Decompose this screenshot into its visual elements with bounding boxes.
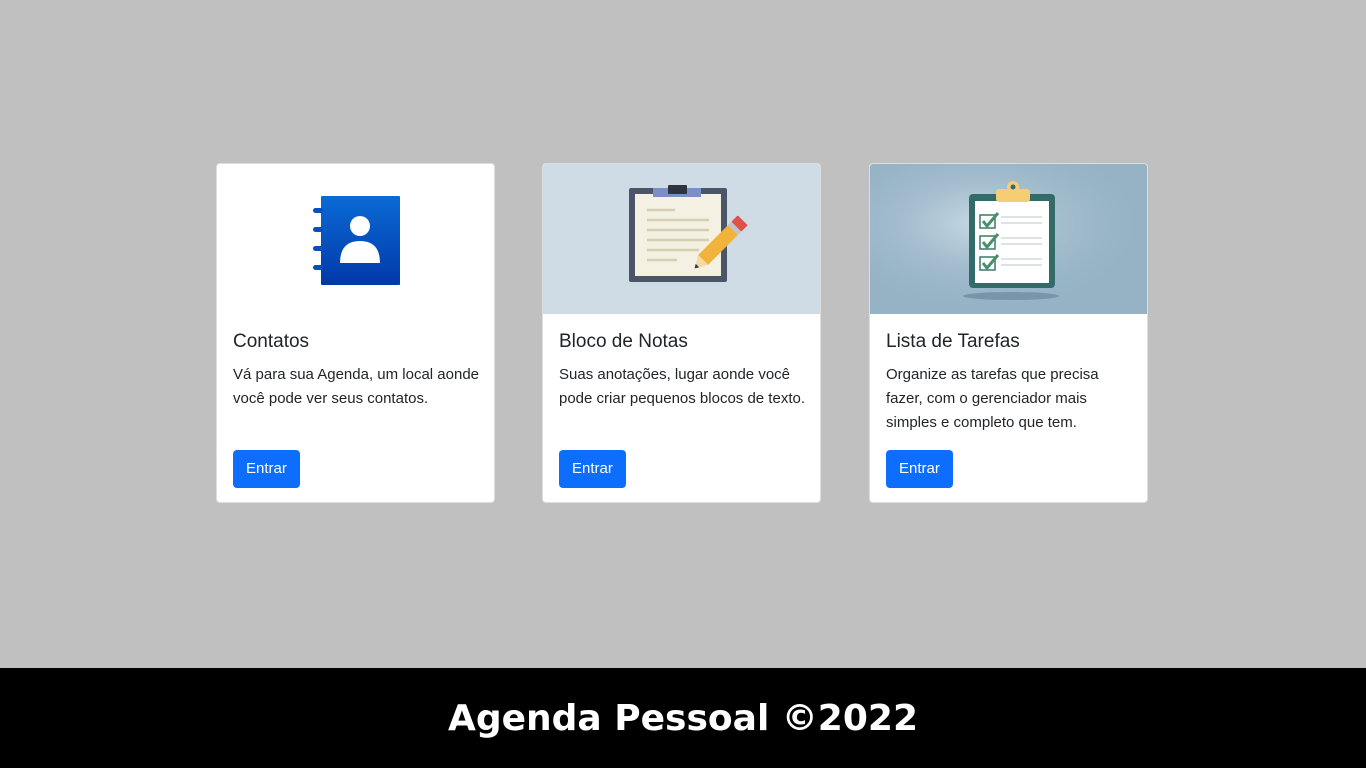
card-bloco-de-notas: Bloco de Notas Suas anotações, lugar aon… (542, 163, 821, 503)
card-title: Bloco de Notas (559, 331, 688, 352)
enter-bloco-de-notas-button[interactable]: Entrar (559, 450, 626, 488)
enter-contatos-button[interactable]: Entrar (233, 450, 300, 488)
card-title: Lista de Tarefas (886, 331, 1020, 352)
card-text: Suas anotações, lugar aonde você pode cr… (559, 366, 805, 407)
footer-copyright: Agenda Pessoal ©2022 (447, 697, 919, 739)
checklist-clipboard-icon (870, 164, 1147, 314)
card-image-contatos (217, 164, 494, 314)
card-image-bloco-de-notas (543, 164, 820, 314)
card-lista-de-tarefas: Lista de Tarefas Organize as tarefas que… (869, 163, 1148, 503)
notepad-pencil-icon (629, 185, 748, 282)
card-text: Organize as tarefas que precisa fazer, c… (886, 366, 1099, 431)
card-title: Contatos (233, 331, 310, 352)
card-text: Vá para sua Agenda, um local aonde você … (233, 366, 480, 407)
enter-lista-de-tarefas-button[interactable]: Entrar (886, 450, 953, 488)
contacts-book-icon (313, 196, 400, 285)
card-contatos: Contatos Vá para sua Agenda, um local ao… (216, 163, 495, 503)
footer: Agenda Pessoal ©2022 (0, 668, 1366, 768)
card-image-lista-de-tarefas (870, 164, 1147, 314)
main-content: Contatos Vá para sua Agenda, um local ao… (0, 0, 1366, 668)
